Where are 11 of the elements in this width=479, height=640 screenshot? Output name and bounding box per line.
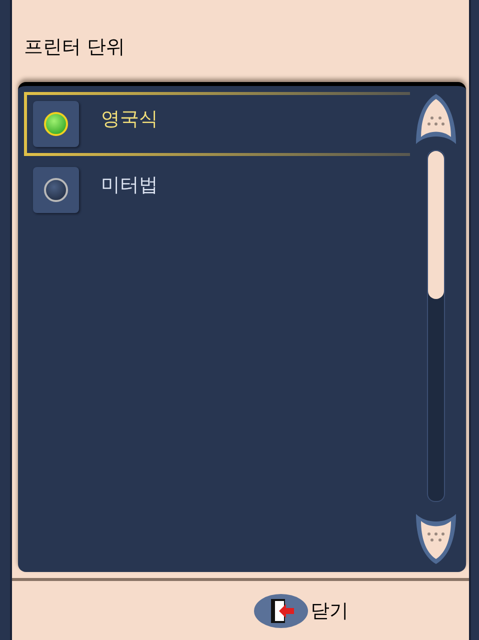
- radio-button[interactable]: [33, 101, 79, 147]
- radio-button[interactable]: [33, 167, 79, 213]
- option-label: 미터법: [101, 173, 158, 198]
- option-label: 영국식: [101, 107, 158, 132]
- window-title: 프린터 단위: [23, 35, 126, 60]
- exit-door-icon: [252, 592, 308, 628]
- close-button[interactable]: 닫기: [252, 592, 348, 628]
- radio-option[interactable]: 영국식: [24, 92, 410, 156]
- scroll-thumb[interactable]: [428, 151, 444, 299]
- radio-option[interactable]: 미터법: [24, 158, 410, 222]
- scroll-track[interactable]: [427, 150, 445, 502]
